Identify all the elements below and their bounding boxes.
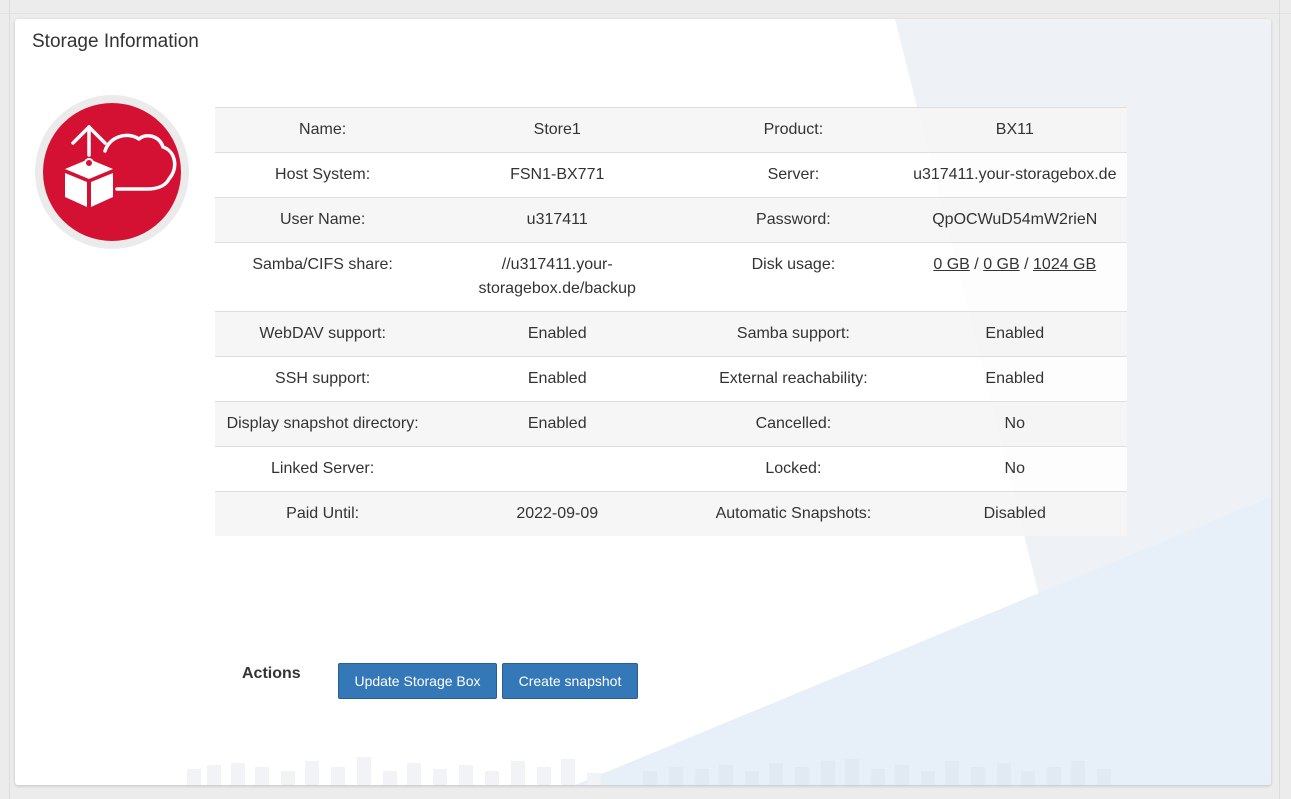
label-samba-share: Samba/CIFS share: xyxy=(215,242,431,312)
disk-total-link[interactable]: 1024 GB xyxy=(1033,256,1096,273)
label-product: Product: xyxy=(684,107,903,153)
disk-used-link[interactable]: 0 GB xyxy=(933,256,969,273)
table-row: Paid Until: 2022-09-09 Automatic Snapsho… xyxy=(215,491,1127,536)
table-row: Linked Server: Locked: No xyxy=(215,446,1127,492)
create-snapshot-button[interactable]: Create snapshot xyxy=(502,663,638,699)
table-row: SSH support: Enabled External reachabili… xyxy=(215,356,1127,402)
value-password: QpOCWuD54mW2rieN xyxy=(902,197,1127,243)
value-host-system: FSN1-BX771 xyxy=(430,152,685,198)
value-locked: No xyxy=(902,446,1127,492)
label-webdav-support: WebDAV support: xyxy=(215,311,431,357)
storage-info-table: Name: Store1 Product: BX11 Host System: … xyxy=(215,107,1127,536)
label-disk-usage: Disk usage: xyxy=(684,242,903,312)
panel-title: Storage Information xyxy=(32,31,199,52)
label-display-snapshot-directory: Display snapshot directory: xyxy=(215,401,431,447)
disk-separator: / xyxy=(1024,256,1029,273)
value-automatic-snapshots: Disabled xyxy=(902,491,1127,536)
value-samba-support: Enabled xyxy=(902,311,1127,357)
frame-border-right xyxy=(1279,0,1280,799)
table-row: WebDAV support: Enabled Samba support: E… xyxy=(215,311,1127,357)
label-external-reachability: External reachability: xyxy=(684,356,903,402)
value-cancelled: No xyxy=(902,401,1127,447)
value-samba-share: //u317411.your-storagebox.de/backup xyxy=(430,242,685,312)
update-storage-box-button[interactable]: Update Storage Box xyxy=(338,663,497,699)
label-locked: Locked: xyxy=(684,446,903,492)
value-disk-usage: 0 GB / 0 GB / 1024 GB xyxy=(902,242,1127,312)
value-user-name: u317411 xyxy=(430,197,685,243)
label-server: Server: xyxy=(684,152,903,198)
table-row: Name: Store1 Product: BX11 xyxy=(215,107,1127,153)
storage-information-panel: Storage Information Name: Store1 Product… xyxy=(15,19,1271,785)
label-paid-until: Paid Until: xyxy=(215,491,431,536)
value-server: u317411.your-storagebox.de xyxy=(902,152,1127,198)
label-user-name: User Name: xyxy=(215,197,431,243)
table-row: Samba/CIFS share: //u317411.your-storage… xyxy=(215,242,1127,312)
label-password: Password: xyxy=(684,197,903,243)
label-host-system: Host System: xyxy=(215,152,431,198)
label-automatic-snapshots: Automatic Snapshots: xyxy=(684,491,903,536)
value-paid-until: 2022-09-09 xyxy=(430,491,685,536)
value-external-reachability: Enabled xyxy=(902,356,1127,402)
value-webdav-support: Enabled xyxy=(430,311,685,357)
table-row: Host System: FSN1-BX771 Server: u317411.… xyxy=(215,152,1127,198)
value-product: BX11 xyxy=(902,107,1127,153)
label-linked-server: Linked Server: xyxy=(215,446,431,492)
actions-label: Actions xyxy=(242,665,301,682)
table-row: Display snapshot directory: Enabled Canc… xyxy=(215,401,1127,447)
logo-red-circle xyxy=(43,103,181,241)
disk-separator: / xyxy=(974,256,979,273)
value-display-snapshot-directory: Enabled xyxy=(430,401,685,447)
label-cancelled: Cancelled: xyxy=(684,401,903,447)
frame-border-left xyxy=(9,0,10,799)
label-ssh-support: SSH support: xyxy=(215,356,431,402)
table-row: User Name: u317411 Password: QpOCWuD54mW… xyxy=(215,197,1127,243)
value-ssh-support: Enabled xyxy=(430,356,685,402)
top-strip xyxy=(0,0,1291,14)
label-samba-support: Samba support: xyxy=(684,311,903,357)
value-name: Store1 xyxy=(430,107,685,153)
label-name: Name: xyxy=(215,107,431,153)
disk-snapshots-link[interactable]: 0 GB xyxy=(983,256,1019,273)
storage-box-cloud-icon xyxy=(35,95,189,249)
cloud-box-icon xyxy=(65,125,177,207)
value-linked-server xyxy=(430,446,685,492)
